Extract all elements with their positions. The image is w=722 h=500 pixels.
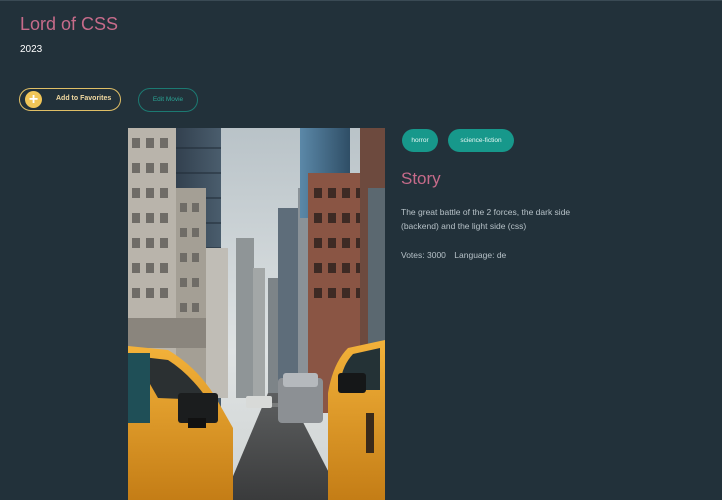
votes-count: Votes: 3000 — [401, 250, 446, 260]
plus-icon: + — [25, 91, 42, 108]
movie-description: The great battle of the 2 forces, the da… — [401, 207, 571, 231]
edit-movie-button[interactable]: Edit Movie — [138, 88, 198, 112]
add-to-favorites-label: Add to Favorites — [56, 95, 112, 102]
tag-science-fiction[interactable]: science-fiction — [448, 129, 514, 152]
top-divider — [0, 0, 722, 1]
movie-poster — [128, 128, 385, 500]
poster-image — [128, 128, 385, 500]
movie-title: Lord of CSS — [20, 14, 119, 34]
tag-horror[interactable]: horror — [402, 129, 438, 152]
movie-year: 2023 — [20, 44, 43, 55]
add-to-favorites-button[interactable]: + Add to Favorites — [19, 88, 121, 111]
movie-language: Language: de — [454, 250, 507, 260]
movie-meta: Votes: 3000 Language: de — [401, 250, 506, 260]
story-heading: Story — [401, 169, 441, 188]
